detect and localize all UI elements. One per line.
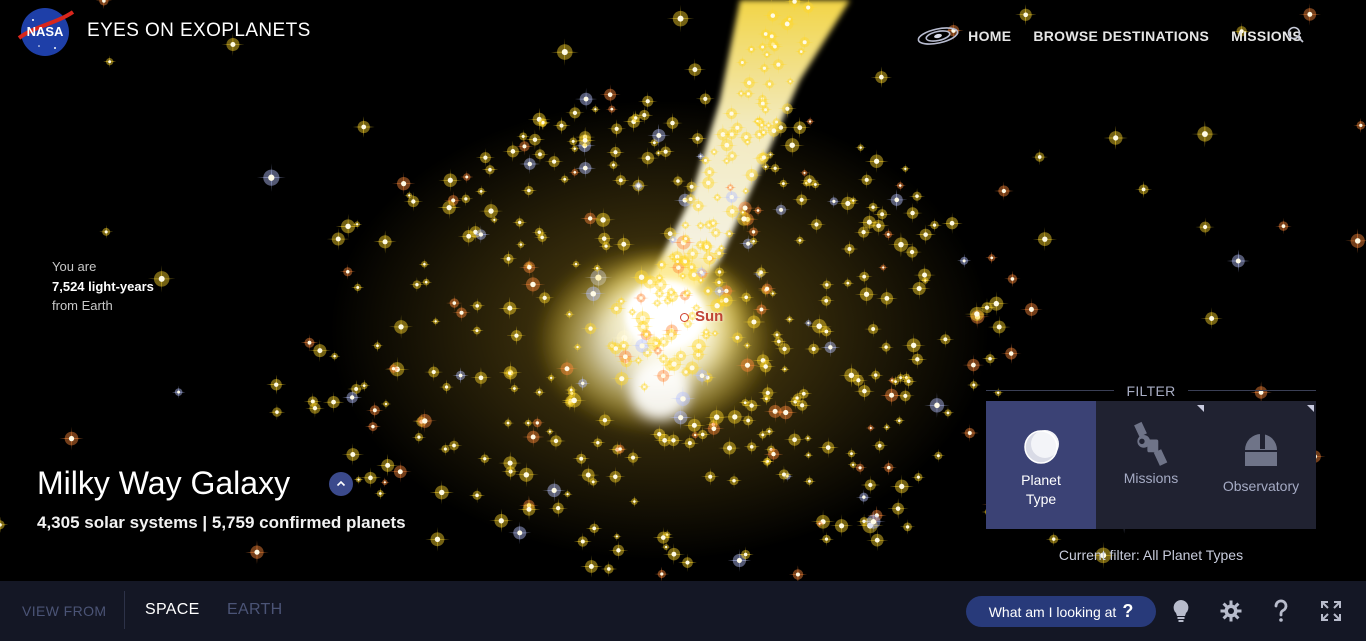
top-navigation: HOME BROWSE DESTINATIONS MISSIONS [916,26,1302,46]
filter-label: FILTER [1126,383,1176,399]
satellite-icon [1131,421,1171,467]
filter-tile-planet-type[interactable]: Planet Type [986,401,1096,529]
chevron-up-icon [336,480,346,487]
nav-home-label: HOME [968,28,1012,44]
nav-home[interactable]: HOME [916,26,1011,46]
lightbulb-icon[interactable] [1167,597,1195,625]
filter-tile-label-observatory: Observatory [1222,478,1300,494]
galaxy-icon [917,27,959,45]
filter-tile-label-line1: Planet [1021,472,1061,488]
filter-tile-missions[interactable]: Missions [1096,401,1206,529]
bottom-bar: VIEW FROM SPACE EARTH What am I looking … [0,581,1366,641]
view-space-option[interactable]: SPACE [145,601,200,619]
fullscreen-icon[interactable] [1317,597,1345,625]
sun-label[interactable]: Sun [695,308,723,325]
filter-tile-label: Planet Type [1021,471,1061,509]
dropdown-corner-icon [1307,405,1314,412]
view-from-label: VIEW FROM [22,603,107,619]
filter-header: FILTER [986,382,1316,400]
current-filter: Current filter: All Planet Types [1058,547,1244,563]
help-icon[interactable] [1267,597,1295,625]
view-earth-option[interactable]: EARTH [227,601,282,619]
distance-value: 7,524 light-years [52,278,154,294]
filter-tile-label-missions: Missions [1123,470,1179,486]
distance-readout: You are 7,524 light-years from Earth [52,257,154,316]
filter-tile-label-line2: Type [1025,491,1057,507]
nav-browse-label: BROWSE DESTINATIONS [1033,28,1210,44]
filter-tile-observatory[interactable]: Observatory [1206,401,1316,529]
galaxy-stats: 4,305 solar systems | 5,759 confirmed pl… [37,513,406,532]
gear-icon[interactable] [1217,597,1245,625]
nasa-logo-text: NASA [27,24,64,39]
search-icon[interactable] [1286,25,1306,45]
question-icon: ? [1122,601,1134,621]
observatory-icon [1241,427,1281,471]
what-am-i-looking-at-label: What am I looking at [988,603,1117,620]
planet-icon [1021,425,1061,469]
galaxy-title: Milky Way Galaxy [37,465,291,501]
what-am-i-looking-at-button[interactable]: What am I looking at ? [966,596,1156,627]
dropdown-corner-icon [1197,405,1204,412]
nav-browse-destinations[interactable]: BROWSE DESTINATIONS [1033,28,1209,44]
bottom-divider [124,591,125,629]
sun-marker[interactable] [680,313,689,322]
distance-suffix: from Earth [52,298,113,313]
nasa-logo[interactable]: NASA [15,4,75,58]
filter-tiles: Planet Type Missions Observatory [986,401,1316,529]
distance-prefix: You are [52,259,97,274]
site-title[interactable]: EYES ON EXOPLANETS [87,20,311,42]
collapse-button[interactable] [329,472,353,496]
